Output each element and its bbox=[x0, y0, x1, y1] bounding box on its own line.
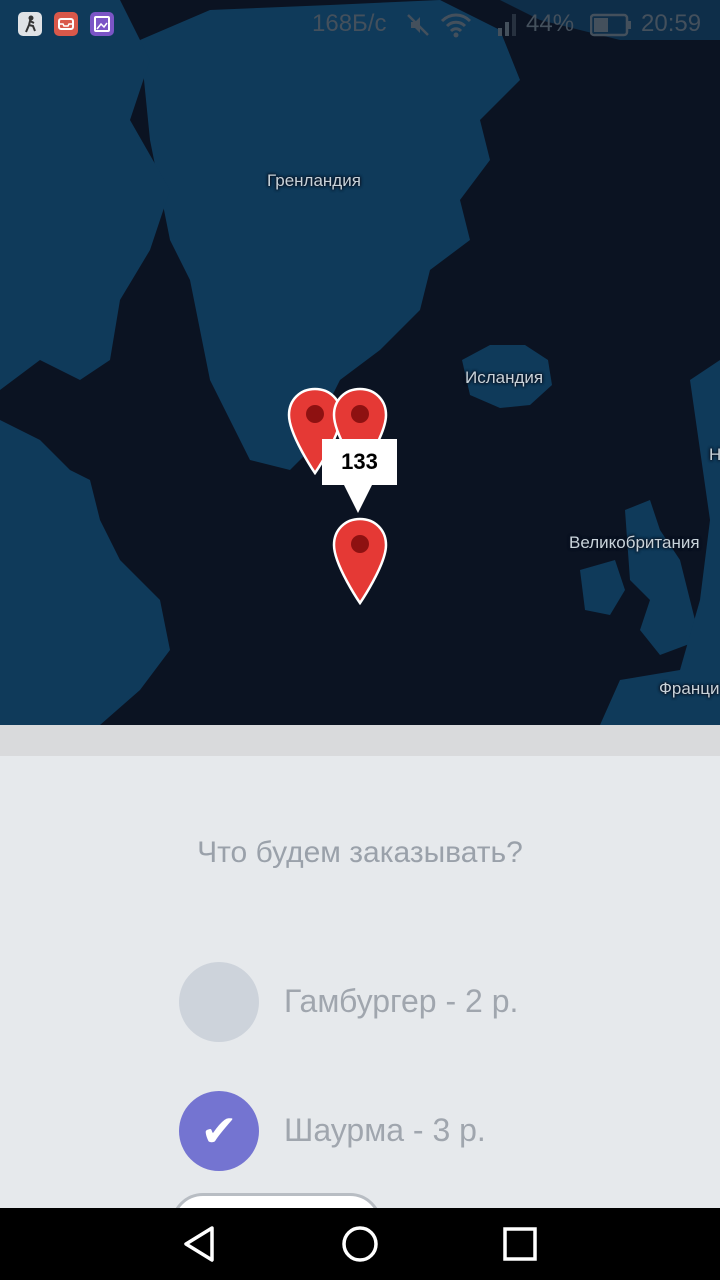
map-view[interactable]: Гренландия Исландия Великобритания Франц… bbox=[0, 0, 720, 725]
recents-icon[interactable] bbox=[500, 1224, 540, 1264]
tooltip-arrow bbox=[344, 485, 372, 513]
gallery-app-icon bbox=[90, 12, 114, 36]
map-label-france: Франци bbox=[659, 679, 720, 698]
checkmark-icon: ✔ bbox=[200, 1105, 238, 1157]
order-question: Что будем заказывать? bbox=[197, 836, 523, 869]
status-bar: 168Б/с 44% 20:59 bbox=[0, 0, 720, 50]
map-label-iceland: Исландия bbox=[465, 368, 544, 387]
order-panel: Что будем заказывать? Гамбургер - 2 р. ✔… bbox=[0, 756, 720, 1259]
navigation-bar bbox=[0, 1208, 720, 1280]
home-icon[interactable] bbox=[340, 1224, 380, 1264]
mail-app-icon bbox=[54, 12, 78, 36]
mute-icon bbox=[407, 14, 429, 36]
option-hamburger[interactable]: Гамбургер - 2 р. bbox=[179, 962, 639, 1042]
panel-divider bbox=[0, 725, 720, 756]
clock: 20:59 bbox=[641, 10, 702, 37]
battery-icon bbox=[590, 13, 631, 37]
map-land-shapes bbox=[0, 0, 720, 725]
option-radio-checked[interactable]: ✔ bbox=[179, 1091, 259, 1171]
back-icon[interactable] bbox=[180, 1224, 220, 1264]
wifi-icon bbox=[440, 13, 472, 38]
map-label-greenland: Гренландия bbox=[267, 171, 361, 190]
option-radio-unchecked[interactable] bbox=[179, 962, 259, 1042]
battery-percent: 44% bbox=[526, 10, 575, 37]
map-label-edge: Н bbox=[709, 445, 720, 464]
signal-icon bbox=[498, 14, 516, 36]
map-label-uk: Великобритания bbox=[569, 533, 700, 552]
network-speed: 168Б/с bbox=[312, 10, 387, 37]
option-label: Гамбургер - 2 р. bbox=[284, 983, 519, 1019]
marker-tooltip[interactable]: 133 bbox=[322, 439, 397, 485]
option-shawarma[interactable]: ✔ Шаурма - 3 р. bbox=[179, 1091, 639, 1171]
option-label: Шаурма - 3 р. bbox=[284, 1112, 486, 1148]
map-pin-marker-selected[interactable] bbox=[332, 517, 388, 605]
runner-app-icon bbox=[18, 12, 42, 36]
